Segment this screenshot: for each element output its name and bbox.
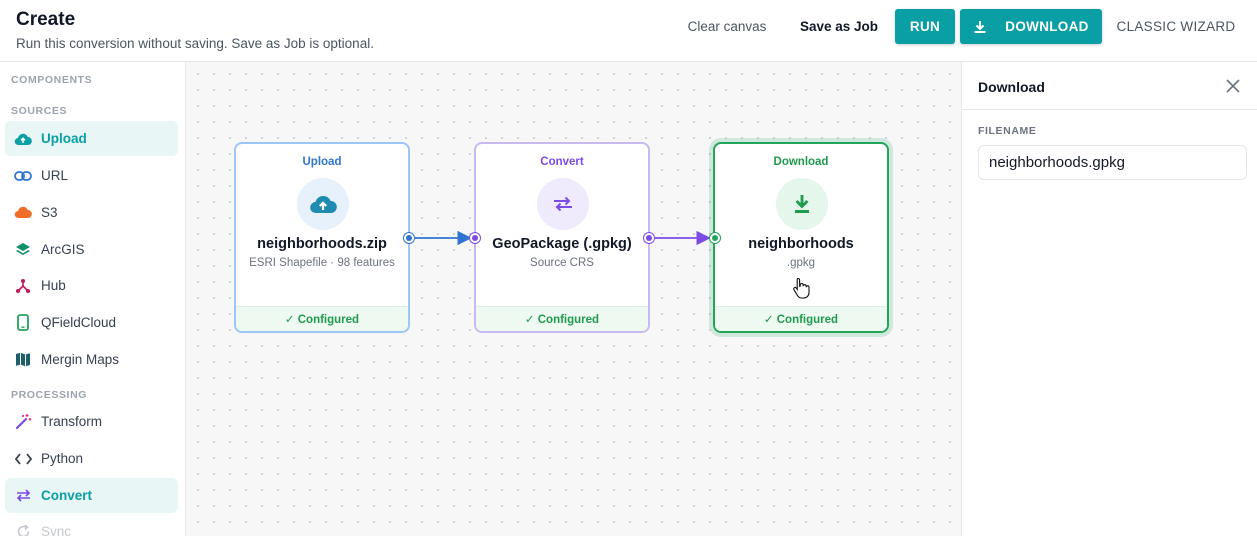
components-sidebar: COMPONENTS SOURCES Upload URL S3 ArcGIS … bbox=[0, 62, 186, 536]
sidebar-item-label: Upload bbox=[41, 131, 87, 146]
map-icon bbox=[13, 350, 33, 370]
node-status: ✓ Configured bbox=[236, 306, 408, 331]
components-heading: COMPONENTS bbox=[11, 74, 93, 86]
swap-icon bbox=[13, 486, 33, 506]
page-subtitle: Run this conversion without saving. Save… bbox=[16, 36, 374, 51]
run-button[interactable]: RUN bbox=[895, 9, 955, 44]
sidebar-item-mergin-maps[interactable]: Mergin Maps bbox=[5, 342, 178, 377]
sidebar-item-python[interactable]: Python bbox=[5, 441, 178, 476]
properties-panel: Download FILENAME bbox=[961, 62, 1257, 536]
sidebar-item-s3[interactable]: S3 bbox=[5, 195, 178, 230]
hub-icon bbox=[13, 276, 33, 296]
upload-output-handle[interactable] bbox=[403, 232, 415, 244]
node-status: ✓ Configured bbox=[715, 306, 887, 331]
node-type-label: Upload bbox=[302, 156, 342, 168]
sources-heading: SOURCES bbox=[11, 105, 68, 117]
flow-canvas[interactable]: Upload neighborhoods.zip ESRI Shapefile … bbox=[186, 62, 961, 536]
node-name: GeoPackage (.gpkg) bbox=[492, 236, 632, 252]
close-icon[interactable] bbox=[1224, 77, 1242, 95]
swap-icon bbox=[537, 178, 589, 230]
sync-icon bbox=[13, 522, 33, 536]
node-name: neighborhoods.zip bbox=[257, 236, 387, 252]
phone-icon bbox=[13, 313, 33, 333]
node-subtitle: ESRI Shapefile · 98 features bbox=[249, 257, 395, 269]
download-button-label: DOWNLOAD bbox=[1005, 19, 1089, 34]
node-subtitle: .gpkg bbox=[786, 257, 816, 269]
processing-heading: PROCESSING bbox=[11, 389, 88, 401]
sidebar-item-label: Transform bbox=[41, 414, 103, 429]
sidebar-item-sync[interactable]: Sync bbox=[5, 514, 178, 536]
convert-output-handle[interactable] bbox=[643, 232, 655, 244]
sidebar-item-label: Python bbox=[41, 451, 84, 466]
sidebar-item-label: S3 bbox=[41, 205, 58, 220]
link-icon bbox=[13, 166, 33, 186]
sidebar-item-label: Mergin Maps bbox=[41, 352, 120, 367]
magic-wand-icon bbox=[13, 412, 33, 432]
filename-input[interactable] bbox=[978, 145, 1247, 180]
node-type-label: Convert bbox=[540, 156, 584, 168]
convert-input-handle[interactable] bbox=[469, 232, 481, 244]
save-as-job-button[interactable]: Save as Job bbox=[792, 9, 886, 44]
node-type-label: Download bbox=[773, 156, 829, 168]
download-input-handle[interactable] bbox=[709, 232, 721, 244]
sidebar-item-qfieldcloud[interactable]: QFieldCloud bbox=[5, 305, 178, 340]
cloud-upload-icon bbox=[13, 129, 33, 149]
hand-cursor-icon bbox=[793, 277, 810, 299]
download-button[interactable]: DOWNLOAD bbox=[960, 9, 1102, 44]
sidebar-item-upload[interactable]: Upload bbox=[5, 121, 178, 156]
node-subtitle: Source CRS bbox=[530, 257, 594, 269]
top-bar: Create Run this conversion without savin… bbox=[0, 0, 1257, 62]
node-name: neighborhoods bbox=[748, 236, 854, 252]
sidebar-item-label: Sync bbox=[41, 524, 72, 536]
filename-label: FILENAME bbox=[978, 125, 1037, 137]
sidebar-item-transform[interactable]: Transform bbox=[5, 404, 178, 439]
sidebar-item-label: ArcGIS bbox=[41, 242, 85, 257]
convert-node[interactable]: Convert GeoPackage (.gpkg) Source CRS ✓ … bbox=[474, 142, 650, 333]
panel-title: Download bbox=[978, 79, 1045, 95]
download-icon bbox=[776, 178, 828, 230]
sidebar-item-arcgis[interactable]: ArcGIS bbox=[5, 232, 178, 267]
node-status: ✓ Configured bbox=[476, 306, 648, 331]
sidebar-item-convert[interactable]: Convert bbox=[5, 478, 178, 513]
sidebar-item-url[interactable]: URL bbox=[5, 158, 178, 193]
classic-wizard-button[interactable]: CLASSIC WIZARD bbox=[1112, 9, 1240, 44]
layers-icon bbox=[13, 240, 33, 260]
panel-header: Download bbox=[962, 62, 1257, 110]
sidebar-item-label: Convert bbox=[41, 488, 93, 503]
cloud-icon bbox=[13, 203, 33, 223]
sidebar-item-label: Hub bbox=[41, 278, 66, 293]
page-title: Create bbox=[16, 9, 76, 30]
clear-canvas-button[interactable]: Clear canvas bbox=[678, 9, 776, 44]
cloud-upload-icon bbox=[297, 178, 349, 230]
download-icon bbox=[974, 20, 986, 33]
sidebar-item-hub[interactable]: Hub bbox=[5, 268, 178, 303]
upload-node[interactable]: Upload neighborhoods.zip ESRI Shapefile … bbox=[234, 142, 410, 333]
sidebar-item-label: QFieldCloud bbox=[41, 315, 117, 330]
download-node[interactable]: Download neighborhoods .gpkg ✓ Configure… bbox=[713, 142, 889, 333]
sidebar-item-label: URL bbox=[41, 168, 69, 183]
code-icon bbox=[13, 449, 33, 469]
